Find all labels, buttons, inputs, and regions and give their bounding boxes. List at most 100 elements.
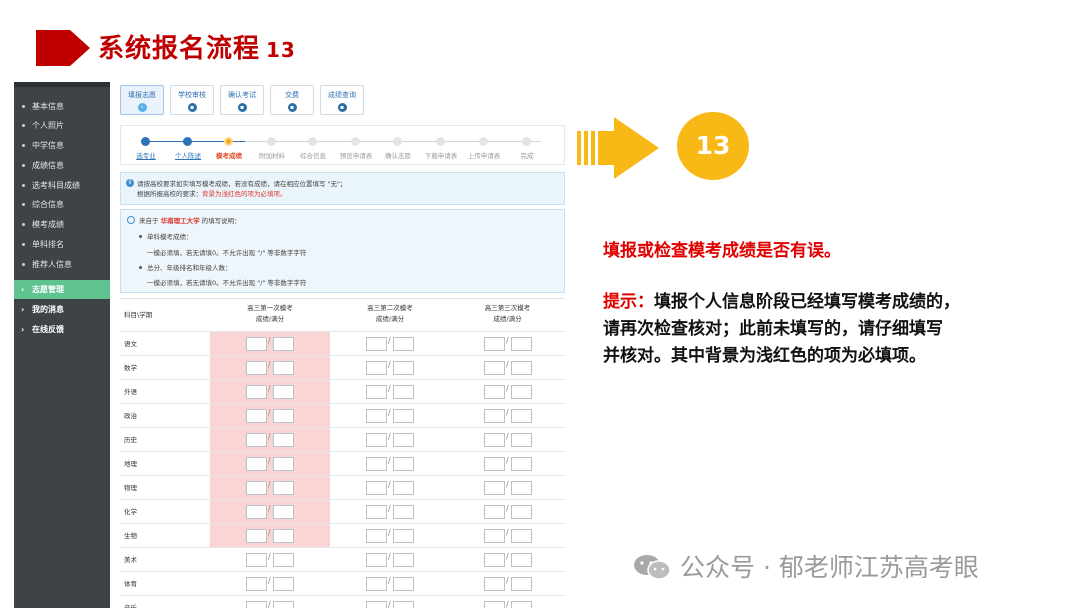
tab-payment[interactable]: 交费 ▪	[270, 85, 314, 115]
score-input[interactable]	[246, 577, 267, 591]
score-input[interactable]	[246, 601, 267, 608]
score-input[interactable]	[484, 433, 505, 447]
score-input[interactable]	[366, 385, 387, 399]
full-score-input[interactable]	[393, 481, 414, 495]
full-score-input[interactable]	[393, 529, 414, 543]
score-input[interactable]	[366, 433, 387, 447]
full-score-input[interactable]	[273, 337, 294, 351]
full-score-input[interactable]	[273, 529, 294, 543]
big-arrow-icon	[577, 117, 659, 179]
score-input[interactable]	[484, 601, 505, 608]
sidebar-group-application[interactable]: › 志愿管理	[14, 280, 110, 299]
sidebar-item-basic-info[interactable]: 基本信息	[14, 97, 110, 116]
sidebar-group-messages[interactable]: › 我的消息	[14, 300, 110, 319]
full-score-input[interactable]	[273, 433, 294, 447]
score-input[interactable]	[484, 529, 505, 543]
score-input[interactable]	[484, 457, 505, 471]
sidebar-item-photo[interactable]: 个人照片	[14, 116, 110, 135]
sidebar: 基本信息 个人照片 中学信息 成绩信息 选考科目成绩 综合信息 模考成绩 单科排…	[14, 82, 110, 608]
score-input[interactable]	[246, 529, 267, 543]
score-input[interactable]	[366, 337, 387, 351]
score-input[interactable]	[484, 409, 505, 423]
full-score-input[interactable]	[511, 361, 532, 375]
sidebar-item-mock-exam[interactable]: 模考成绩	[14, 215, 110, 234]
full-score-input[interactable]	[511, 529, 532, 543]
score-input[interactable]	[246, 553, 267, 567]
bullet-icon	[22, 223, 25, 226]
full-score-input[interactable]	[511, 601, 532, 608]
sidebar-item-label: 基本信息	[32, 102, 64, 111]
score-input[interactable]	[246, 409, 267, 423]
score-input[interactable]	[366, 553, 387, 567]
full-score-input[interactable]	[273, 457, 294, 471]
full-score-input[interactable]	[393, 505, 414, 519]
hint-title: 来自于 华南理工大学 的填写说明：	[139, 215, 241, 225]
sidebar-item-subject-rank[interactable]: 单科排名	[14, 235, 110, 254]
sidebar-group-feedback[interactable]: › 在线反馈	[14, 320, 110, 339]
score-input[interactable]	[246, 337, 267, 351]
full-score-input[interactable]	[393, 601, 414, 608]
full-score-input[interactable]	[393, 385, 414, 399]
score-input[interactable]	[484, 577, 505, 591]
full-score-input[interactable]	[511, 409, 532, 423]
score-input[interactable]	[246, 385, 267, 399]
score-input[interactable]	[366, 361, 387, 375]
full-score-input[interactable]	[273, 601, 294, 608]
step-select-major[interactable]: 选专业	[136, 150, 156, 160]
tab-apply[interactable]: 填报志愿 ›	[120, 85, 164, 115]
score-input[interactable]	[484, 337, 505, 351]
full-score-input[interactable]	[393, 457, 414, 471]
full-score-input[interactable]	[393, 409, 414, 423]
full-score-input[interactable]	[273, 409, 294, 423]
sidebar-item-grades[interactable]: 成绩信息	[14, 156, 110, 175]
score-input[interactable]	[484, 553, 505, 567]
full-score-input[interactable]	[511, 337, 532, 351]
full-score-input[interactable]	[511, 457, 532, 471]
full-score-input[interactable]	[393, 577, 414, 591]
score-input[interactable]	[246, 457, 267, 471]
score-input[interactable]	[366, 529, 387, 543]
score-separator: /	[268, 360, 271, 369]
full-score-input[interactable]	[273, 505, 294, 519]
full-score-input[interactable]	[393, 553, 414, 567]
full-score-input[interactable]	[273, 577, 294, 591]
score-input[interactable]	[366, 577, 387, 591]
full-score-input[interactable]	[273, 361, 294, 375]
sidebar-item-school-info[interactable]: 中学信息	[14, 136, 110, 155]
full-score-input[interactable]	[511, 577, 532, 591]
score-input[interactable]	[484, 361, 505, 375]
full-score-input[interactable]	[393, 361, 414, 375]
score-input[interactable]	[484, 481, 505, 495]
score-input[interactable]	[484, 385, 505, 399]
score-input[interactable]	[366, 601, 387, 608]
tab-confirm-exam[interactable]: 确认考试 ▪	[220, 85, 264, 115]
score-separator: /	[506, 360, 509, 369]
full-score-input[interactable]	[511, 433, 532, 447]
full-score-input[interactable]	[273, 553, 294, 567]
sidebar-item-elective-grades[interactable]: 选考科目成绩	[14, 176, 110, 195]
full-score-input[interactable]	[273, 385, 294, 399]
step-mock-exam[interactable]: 模考成绩	[216, 150, 242, 160]
tab-score-query[interactable]: 成绩查询 ▪	[320, 85, 364, 115]
sidebar-item-referee[interactable]: 推荐人信息	[14, 255, 110, 274]
full-score-input[interactable]	[273, 481, 294, 495]
step-personal-statement[interactable]: 个人陈述	[175, 150, 201, 160]
full-score-input[interactable]	[393, 433, 414, 447]
full-score-input[interactable]	[511, 553, 532, 567]
sidebar-item-general-info[interactable]: 综合信息	[14, 195, 110, 214]
full-score-input[interactable]	[511, 385, 532, 399]
score-input[interactable]	[246, 433, 267, 447]
score-input[interactable]	[366, 481, 387, 495]
score-input[interactable]	[366, 409, 387, 423]
full-score-input[interactable]	[393, 337, 414, 351]
full-score-input[interactable]	[511, 481, 532, 495]
score-input[interactable]	[246, 481, 267, 495]
bullet-icon	[22, 263, 25, 266]
tab-school-review[interactable]: 学校审核 ▪	[170, 85, 214, 115]
full-score-input[interactable]	[511, 505, 532, 519]
score-input[interactable]	[246, 361, 267, 375]
score-input[interactable]	[366, 505, 387, 519]
score-input[interactable]	[246, 505, 267, 519]
score-input[interactable]	[366, 457, 387, 471]
score-input[interactable]	[484, 505, 505, 519]
